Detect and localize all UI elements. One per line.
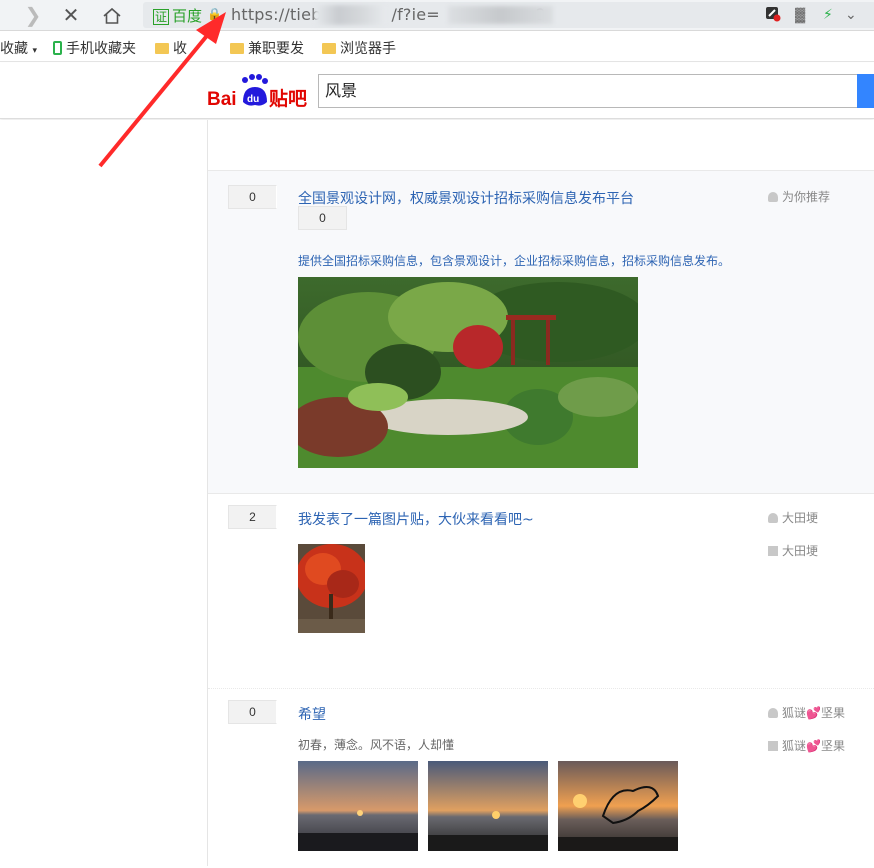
last-reply[interactable]: 大田埂 (768, 542, 818, 559)
last-reply-name: 大田埂 (782, 544, 819, 558)
search-button[interactable] (857, 74, 874, 108)
bookmark-label: 手机收藏夹 (66, 41, 136, 57)
extension-icon[interactable] (765, 6, 781, 25)
warning-icon[interactable]: 🔒 (207, 7, 222, 21)
bookmark-label: 浏览器手 (340, 41, 396, 57)
folder-icon (322, 43, 336, 54)
thread-title[interactable]: 希望 (298, 704, 326, 724)
lightning-icon[interactable]: ⚡ (823, 6, 833, 23)
reply-count-secondary: 0 (298, 206, 347, 230)
thread-item: 0 全国景观设计网，权威景观设计招标采购信息发布平台 0 提供全国招标采购信息，… (208, 170, 874, 493)
thread-author[interactable]: 大田埂 (768, 509, 818, 526)
last-reply-name: 狐谜💕坚果 (782, 739, 845, 753)
logo-bai: Bai (207, 89, 237, 110)
bookmark-folder[interactable]: 收 (155, 38, 187, 58)
reply-count: 0 (228, 700, 277, 724)
author-name: 大田埂 (782, 511, 819, 525)
thread-list: 0 全国景观设计网，权威景观设计招标采购信息发布平台 0 提供全国招标采购信息，… (208, 120, 874, 866)
bookmark-label: 收 (173, 41, 187, 57)
bookmarks-bar: 收藏 ▾ 手机收藏夹 收 兼职要发 浏览器手 (0, 32, 874, 62)
url-redaction (315, 5, 385, 25)
comment-icon (768, 741, 778, 751)
sunset-sketch-image[interactable] (558, 761, 678, 851)
qr-code-icon[interactable]: ▓ (795, 6, 805, 22)
search-input[interactable]: 风景 (318, 74, 858, 108)
site-header: Bai du 贴吧 风景 (0, 63, 874, 119)
folder-icon (230, 43, 244, 54)
logo-tieba: 贴吧 (269, 88, 307, 110)
last-reply[interactable]: 狐谜💕坚果 (768, 737, 845, 754)
tieba-logo[interactable]: Bai du 贴吧 (207, 72, 309, 110)
user-icon (768, 513, 778, 523)
folder-icon (155, 43, 169, 54)
url-redaction-2 (448, 6, 553, 24)
bookmark-folder[interactable]: 浏览器手 (322, 38, 396, 58)
dropdown-icon: ▾ (32, 46, 37, 56)
certificate-badge[interactable]: 证百度 (153, 5, 202, 26)
bookmark-item[interactable]: 手机收藏夹 (53, 38, 136, 58)
thread-author[interactable]: 为你推荐 (768, 188, 830, 205)
thread-title[interactable]: 全国景观设计网，权威景观设计招标采购信息发布平台 (298, 188, 634, 208)
author-name: 狐谜💕坚果 (782, 706, 845, 720)
bookmark-item[interactable]: 收藏 ▾ (0, 38, 37, 58)
bookmark-label: 兼职要发 (248, 41, 304, 57)
thread-description: 初春，薄念。风不语，人却懂 (298, 738, 455, 752)
logo-du: du (247, 94, 259, 105)
url-prefix: https://tieb (231, 5, 322, 24)
cert-label: 百度 (172, 7, 203, 25)
reply-count: 0 (228, 185, 277, 209)
url-mid: /f?ie= (391, 5, 440, 24)
reply-count: 2 (228, 505, 277, 529)
user-icon (768, 708, 778, 718)
author-name: 为你推荐 (782, 190, 831, 204)
left-panel (0, 120, 208, 866)
thread-title[interactable]: 我发表了一篇图片贴，大伙来看看吧~ (298, 509, 534, 529)
phone-icon (53, 41, 62, 55)
chevron-down-icon[interactable]: ⌄ (845, 6, 857, 23)
user-icon (768, 192, 778, 202)
thread-item: 0 希望 初春，薄念。风不语，人却懂 狐谜💕坚果 狐谜💕坚果 (208, 688, 874, 868)
address-bar[interactable]: 证百度 🔒 https://tieb/f?ie=8 ▓ ⚡ ⌄ (143, 2, 874, 28)
thread-item: 2 我发表了一篇图片贴，大伙来看看吧~ 大田埂 大田埂 (208, 493, 874, 688)
browser-toolbar: ❯ ✕ 证百度 🔒 https://tieb/f?ie=8 ▓ ⚡ ⌄ (0, 0, 874, 31)
sunset-image-2[interactable] (428, 761, 548, 851)
forward-icon[interactable]: ❯ (20, 3, 46, 29)
autumn-tree-image[interactable] (298, 544, 365, 633)
close-icon[interactable]: ✕ (58, 3, 84, 29)
comment-icon (768, 546, 778, 556)
bookmark-label: 收藏 (0, 41, 28, 57)
sunset-image-1[interactable] (298, 761, 418, 851)
bookmark-folder[interactable]: 兼职要发 (230, 38, 304, 58)
cert-box: 证 (153, 9, 170, 25)
home-icon[interactable] (99, 3, 125, 29)
garden-image[interactable] (298, 277, 638, 468)
thread-author[interactable]: 狐谜💕坚果 (768, 704, 845, 721)
thread-description: 提供全国招标采购信息，包含景观设计，企业招标采购信息，招标采购信息发布。 (298, 254, 731, 268)
